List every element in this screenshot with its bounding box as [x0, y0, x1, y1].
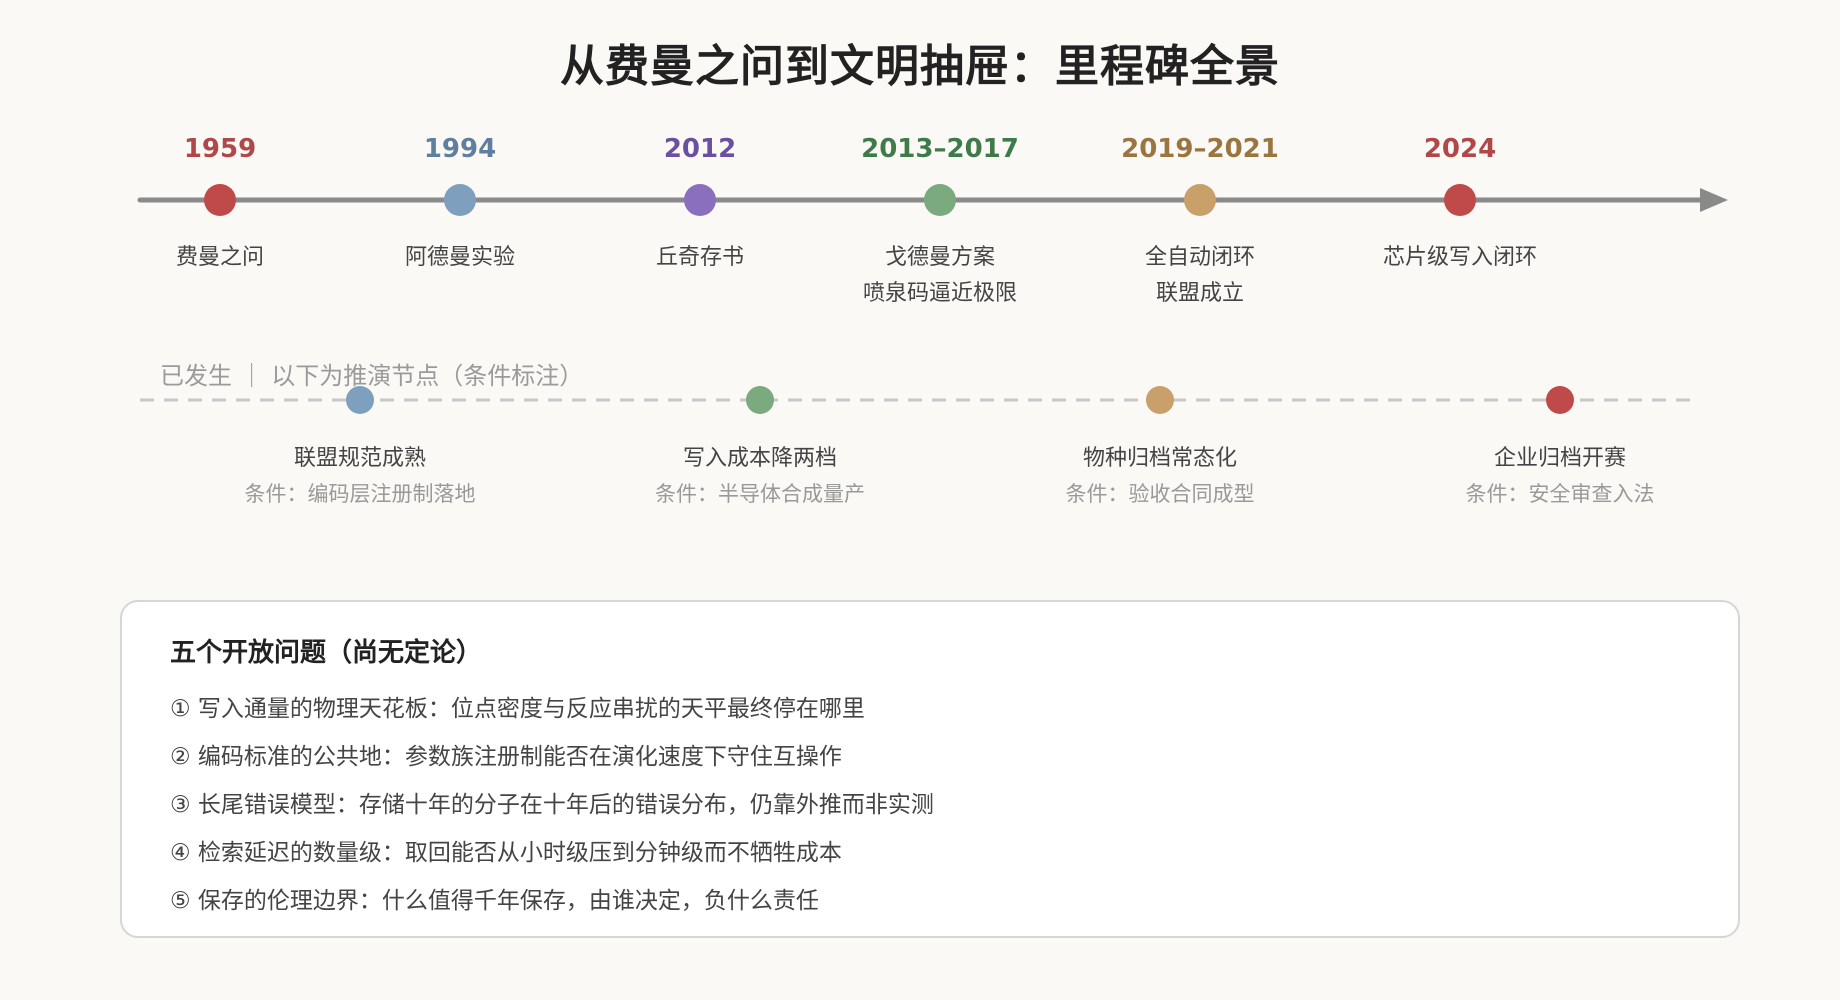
- milestone-dot: [1184, 184, 1216, 216]
- milestone-year: 1994: [423, 134, 497, 164]
- milestone-event-line: 戈德曼方案: [884, 245, 995, 270]
- milestone-event-line: 阿德曼实验: [404, 245, 515, 270]
- open-question-5: ⑤ 保存的伦理边界：什么值得千年保存，由谁决定，负什么责任: [170, 888, 819, 914]
- milestone-event: 丘奇存书: [570, 240, 830, 276]
- projection-dot: [746, 386, 774, 414]
- projection-dot: [1146, 386, 1174, 414]
- milestone-dot: [204, 184, 236, 216]
- page-title: 从费曼之问到文明抽屉：里程碑全景: [560, 41, 1280, 92]
- projection-title: 联盟规范成熟: [293, 446, 426, 471]
- projection-condition: 条件：编码层注册制落地: [244, 482, 476, 506]
- open-question-4: ④ 检索延迟的数量级：取回能否从小时级压到分钟级而不牺牲成本: [170, 840, 842, 866]
- open-questions-title: 五个开放问题（尚无定论）: [170, 638, 483, 668]
- milestone-dot: [1444, 184, 1476, 216]
- milestone-event-line: 喷泉码逼近极限: [862, 281, 1017, 306]
- milestone-year: 2024: [1423, 134, 1497, 164]
- projection-title: 物种归档常态化: [1082, 446, 1237, 471]
- milestone-event: 费曼之问: [90, 240, 350, 276]
- projection-divider-label: 已发生 ｜ 以下为推演节点（条件标注）: [160, 362, 584, 390]
- milestone-event-line: 费曼之问: [175, 245, 264, 270]
- timeline-arrow-icon: [1700, 188, 1728, 212]
- milestone-event: 戈德曼方案喷泉码逼近极限: [810, 240, 1070, 312]
- milestone-event-line: 芯片级写入闭环: [1382, 245, 1537, 270]
- projection-condition: 条件：安全审查入法: [1465, 482, 1655, 506]
- milestone-year: 2012: [663, 134, 737, 164]
- milestone-year: 2019–2021: [1121, 134, 1279, 164]
- milestone-event: 全自动闭环 联盟成立: [1070, 240, 1330, 312]
- milestone-event-line: 丘奇存书: [655, 245, 744, 270]
- milestone-dot: [684, 184, 716, 216]
- milestone-dot: [924, 184, 956, 216]
- milestone-event: 芯片级写入闭环: [1330, 240, 1590, 276]
- milestone-event-line: 联盟成立: [1155, 281, 1244, 306]
- projection-condition: 条件：验收合同成型: [1065, 482, 1255, 506]
- open-question-3: ③ 长尾错误模型：存储十年的分子在十年后的错误分布，仍靠外推而非实测: [170, 792, 934, 818]
- projection-condition: 条件：半导体合成量产: [655, 482, 865, 506]
- open-question-2: ② 编码标准的公共地：参数族注册制能否在演化速度下守住互操作: [170, 744, 842, 770]
- milestone-diagram: 从费曼之问到文明抽屉：里程碑全景 1959 1994 2012 2013–2017 20…: [0, 0, 1840, 1000]
- milestone-year: 2013–2017: [861, 134, 1019, 164]
- projection-dot: [1546, 386, 1574, 414]
- open-questions-card: 五个开放问题（尚无定论） ① 写入通量的物理天花板：位点密度与反应串扰的天平最终…: [120, 600, 1740, 938]
- open-question-1: ① 写入通量的物理天花板：位点密度与反应串扰的天平最终停在哪里: [170, 696, 865, 722]
- milestone-event-line: 全自动闭环: [1144, 245, 1255, 270]
- projection-title: 企业归档开赛: [1493, 446, 1626, 471]
- projection-title: 写入成本降两档: [682, 446, 837, 471]
- milestone-year: 1959: [183, 134, 257, 164]
- milestone-dot: [444, 184, 476, 216]
- milestone-event: 阿德曼实验: [330, 240, 590, 276]
